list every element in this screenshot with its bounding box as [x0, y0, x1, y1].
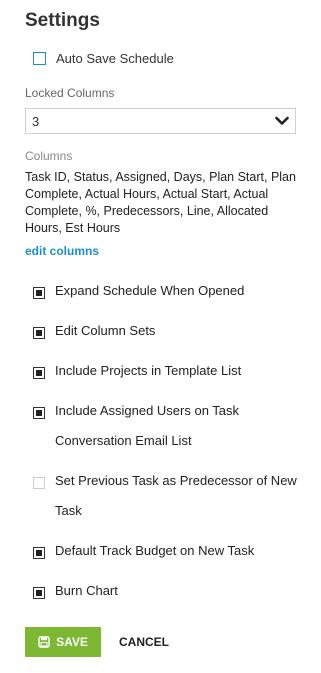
save-icon: [38, 636, 50, 648]
option-include-assigned-users[interactable]: Include Assigned Users on Task Conversat…: [33, 403, 275, 456]
columns-list: Task ID, Status, Assigned, Days, Plan St…: [25, 170, 296, 235]
save-button[interactable]: SAVE: [25, 627, 101, 657]
form-actions: SAVE CANCEL: [25, 627, 169, 657]
option-burn-chart[interactable]: Burn Chart: [33, 583, 305, 606]
option-checkbox[interactable]: [33, 327, 45, 339]
auto-save-checkbox[interactable]: [33, 52, 46, 65]
option-label: Include Projects in Template List: [55, 363, 242, 378]
locked-columns-select[interactable]: 3: [25, 108, 296, 134]
columns-label: Columns: [25, 149, 73, 163]
option-label: Edit Column Sets: [55, 323, 156, 338]
cancel-button[interactable]: CANCEL: [119, 635, 169, 649]
chevron-down-icon: [275, 116, 289, 125]
option-checkbox[interactable]: [33, 287, 45, 299]
option-label: Set Previous Task as Predecessor of New …: [55, 473, 297, 518]
option-label: Burn Chart: [55, 583, 118, 598]
option-set-previous-task[interactable]: Set Previous Task as Predecessor of New …: [33, 473, 300, 526]
option-edit-column-sets[interactable]: Edit Column Sets: [33, 323, 305, 346]
option-default-track-budget[interactable]: Default Track Budget on New Task: [33, 543, 305, 566]
auto-save-option[interactable]: Auto Save Schedule: [33, 51, 174, 66]
option-checkbox[interactable]: [33, 477, 45, 489]
save-button-label: SAVE: [56, 635, 88, 649]
auto-save-label: Auto Save Schedule: [56, 51, 174, 66]
page-title: Settings: [25, 10, 100, 31]
edit-columns-link[interactable]: edit columns: [25, 244, 99, 258]
option-expand-schedule[interactable]: Expand Schedule When Opened: [33, 283, 305, 306]
option-checkbox[interactable]: [33, 407, 45, 419]
option-include-projects[interactable]: Include Projects in Template List: [33, 363, 305, 386]
locked-columns-label: Locked Columns: [25, 86, 115, 100]
option-checkbox[interactable]: [33, 367, 45, 379]
locked-columns-value: 3: [32, 113, 40, 129]
option-checkbox[interactable]: [33, 547, 45, 559]
option-label: Include Assigned Users on Task Conversat…: [55, 403, 240, 448]
option-label: Expand Schedule When Opened: [55, 283, 245, 298]
option-checkbox[interactable]: [33, 587, 45, 599]
option-label: Default Track Budget on New Task: [55, 543, 255, 558]
